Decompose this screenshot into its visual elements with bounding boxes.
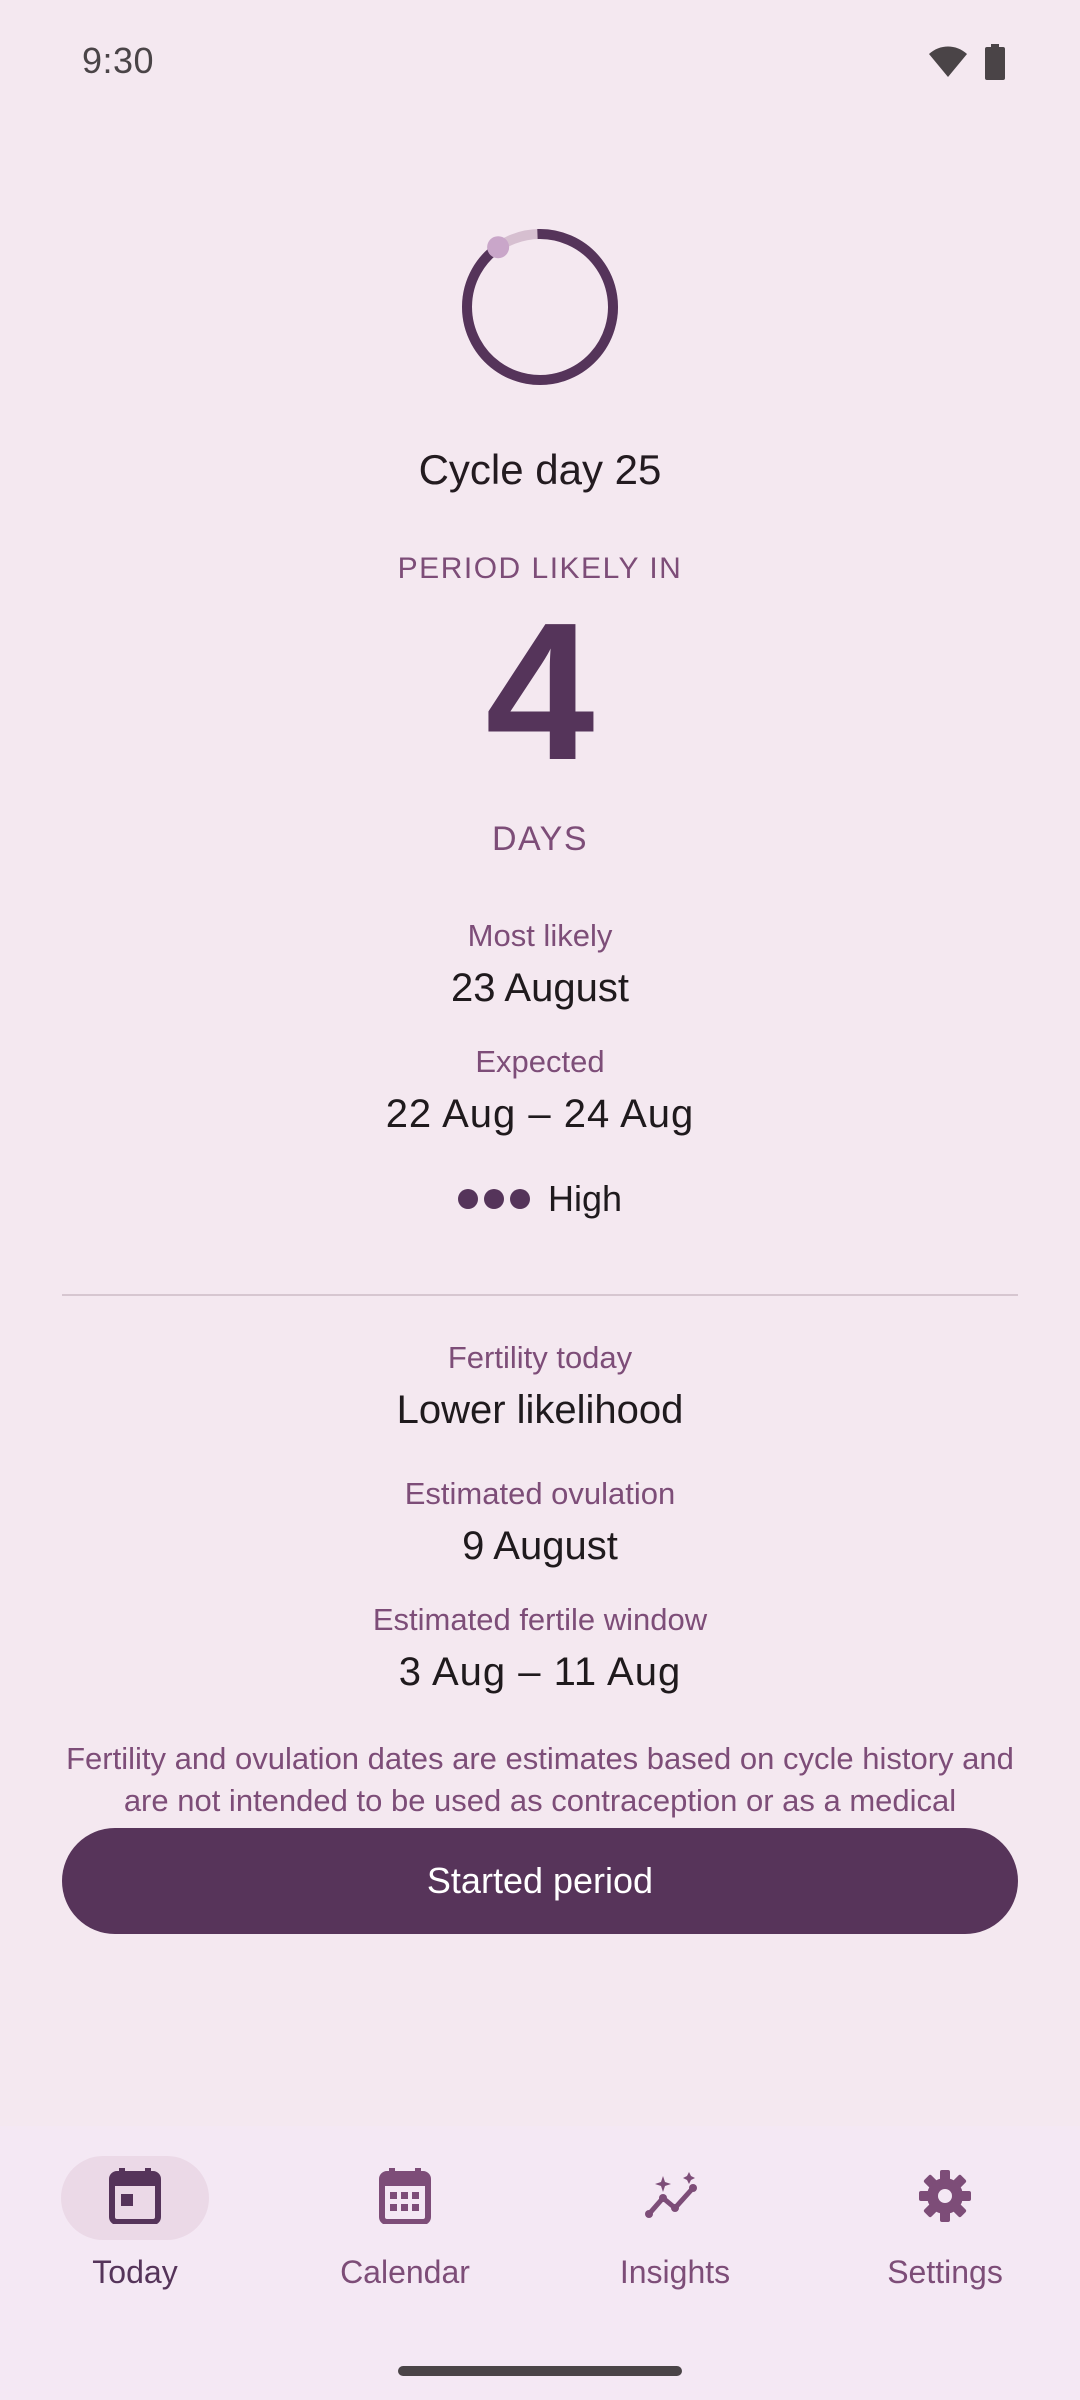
started-period-button[interactable]: Started period xyxy=(62,1828,1018,1934)
cycle-day-label: Cycle day 25 xyxy=(418,446,662,493)
nav-label-calendar: Calendar xyxy=(340,2254,470,2290)
status-bar: 9:30 xyxy=(0,0,1080,124)
days-until-period: 4 xyxy=(485,582,595,801)
nav-item-settings[interactable]: Settings xyxy=(810,2156,1080,2306)
home-indicator[interactable] xyxy=(398,2366,682,2376)
nav-label-settings: Settings xyxy=(887,2254,1003,2290)
fertility-today-value: Lower likelihood xyxy=(396,1388,684,1432)
nav-label-insights: Insights xyxy=(619,2254,731,2290)
confidence-dots xyxy=(457,1189,530,1209)
fertile-window-label: Estimated fertile window xyxy=(372,1602,708,1637)
days-unit-label: DAYS xyxy=(491,820,589,858)
confidence-dot xyxy=(483,1189,504,1209)
ovulation-value: 9 August xyxy=(462,1524,618,1568)
most-likely-value: 23 August xyxy=(451,966,629,1010)
confidence-label: High xyxy=(547,1178,623,1219)
cycle-progress-ring xyxy=(462,229,618,385)
confidence-dot xyxy=(457,1189,478,1209)
expected-label: Expected xyxy=(475,1044,605,1079)
confidence-dot xyxy=(509,1189,530,1209)
nav-item-insights[interactable]: Insights xyxy=(540,2156,810,2306)
nav-item-calendar[interactable]: Calendar xyxy=(270,2156,540,2306)
gear-icon xyxy=(918,2169,972,2228)
nav-settings-icon-wrap xyxy=(871,2156,1019,2240)
calendar-month-icon xyxy=(379,2167,431,2229)
nav-today-indicator xyxy=(61,2156,209,2240)
calendar-today-icon xyxy=(109,2167,161,2229)
bottom-navigation: Today Calendar Insights Settings xyxy=(0,2126,1080,2400)
battery-icon xyxy=(984,44,1006,85)
status-time: 9:30 xyxy=(82,40,155,81)
status-icons xyxy=(928,44,1006,85)
fertility-today-label: Fertility today xyxy=(447,1340,633,1375)
wifi-icon xyxy=(928,45,968,84)
nav-item-today[interactable]: Today xyxy=(0,2156,270,2306)
expected-value: 22 Aug – 24 Aug xyxy=(385,1092,695,1136)
nav-insights-icon-wrap xyxy=(601,2156,749,2240)
section-divider xyxy=(62,1294,1018,1296)
cycle-ring-progress xyxy=(462,229,618,385)
ovulation-label: Estimated ovulation xyxy=(404,1476,676,1511)
nav-calendar-icon-wrap xyxy=(331,2156,479,2240)
most-likely-label: Most likely xyxy=(467,918,613,953)
confidence-indicator: High xyxy=(0,1178,1080,1220)
insights-icon xyxy=(645,2171,705,2225)
period-likely-heading: PERIOD LIKELY IN xyxy=(397,552,683,585)
fertile-window-value: 3 Aug – 11 Aug xyxy=(398,1650,682,1694)
nav-label-today: Today xyxy=(92,2254,178,2290)
cycle-ring-marker xyxy=(487,236,510,259)
